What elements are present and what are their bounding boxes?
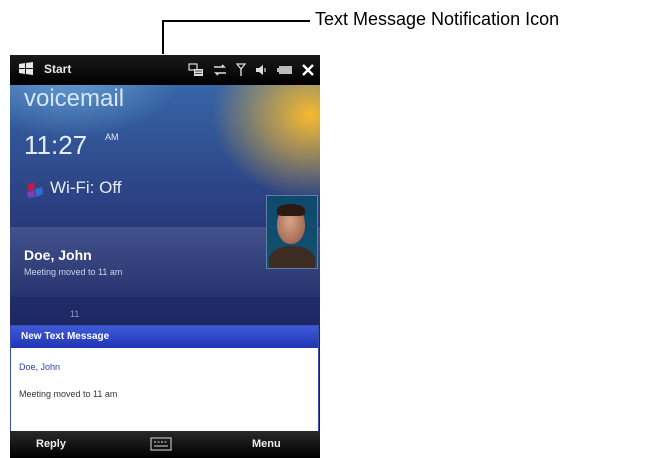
text-message-notification-icon[interactable] — [188, 63, 204, 77]
reply-button[interactable]: Reply — [36, 438, 66, 450]
close-icon[interactable] — [302, 64, 314, 76]
avatar-body — [269, 246, 315, 268]
faint-background-text: 11 — [70, 309, 80, 319]
voicemail-label[interactable]: voicemail — [24, 85, 124, 113]
wifi-icon — [27, 182, 43, 198]
menu-button[interactable]: Menu — [252, 438, 281, 450]
contact-message[interactable]: Meeting moved to 11 am — [24, 267, 122, 277]
volume-icon[interactable] — [255, 64, 268, 76]
title-bar: Start — [10, 55, 320, 85]
clock-time: 11:27 — [24, 130, 88, 160]
wifi-status[interactable]: Wi-Fi: Off — [50, 178, 121, 198]
notification-body: Meeting moved to 11 am — [19, 389, 118, 399]
avatar — [266, 195, 318, 269]
contact-name[interactable]: Doe, John — [24, 247, 92, 263]
start-button[interactable]: Start — [44, 62, 71, 76]
keyboard-icon[interactable] — [150, 437, 172, 451]
battery-icon[interactable] — [277, 65, 293, 75]
notification-title: New Text Message — [11, 326, 318, 348]
callout-line-vertical — [162, 20, 164, 54]
avatar-hair — [277, 204, 305, 216]
windows-flag-icon[interactable] — [18, 62, 34, 76]
device-screen: Start voicemail 11:27 AM Wi-Fi: Off Doe,… — [10, 55, 320, 458]
signal-strength-icon[interactable] — [236, 63, 246, 77]
callout-line-horizontal — [162, 20, 310, 22]
data-connection-icon[interactable] — [213, 64, 227, 76]
notification-sender[interactable]: Doe, John — [19, 362, 60, 372]
text-message-notification[interactable]: New Text Message Doe, John Meeting moved… — [10, 325, 319, 433]
callout-label: Text Message Notification Icon — [315, 9, 560, 29]
softkey-bar: Reply Menu — [10, 431, 320, 458]
clock-ampm: AM — [105, 132, 119, 142]
status-icons — [188, 60, 314, 80]
